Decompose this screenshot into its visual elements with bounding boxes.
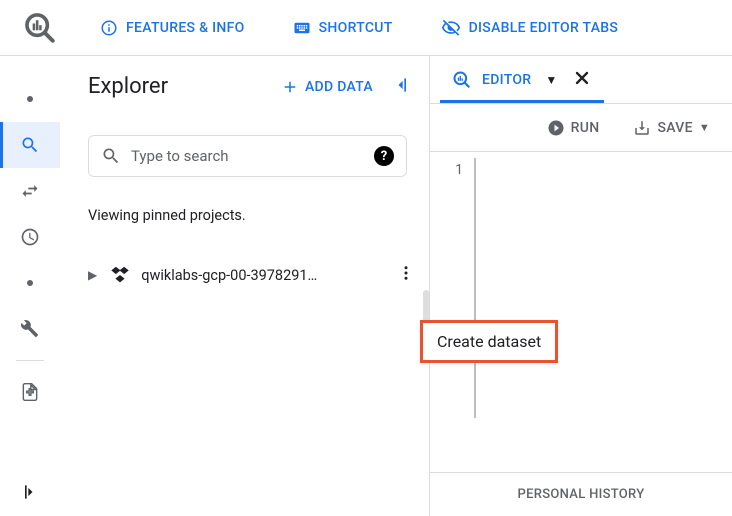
editor-cursor [474, 158, 476, 418]
editor-tab-label: EDITOR [482, 72, 531, 88]
main-area: Explorer ADD DATA ? Viewing pinned proje… [0, 56, 732, 516]
chevron-left-bar-icon [391, 75, 411, 95]
swap-horiz-icon [20, 181, 40, 201]
plus-icon [281, 78, 299, 96]
add-data-label: ADD DATA [305, 79, 373, 95]
dot-icon [27, 96, 33, 102]
editor-body[interactable]: 1 [430, 152, 732, 472]
dot-icon [27, 280, 33, 286]
product-logo [0, 11, 80, 45]
features-info-label: FEATURES & INFO [126, 20, 245, 36]
keyboard-icon [293, 19, 311, 37]
editor-tab-close-button[interactable] [572, 68, 592, 92]
project-name: qwiklabs-gcp-00-3978291… [141, 267, 397, 284]
disable-editor-tabs-label: DISABLE EDITOR TABS [469, 20, 619, 36]
disable-editor-tabs-button[interactable]: DISABLE EDITOR TABS [441, 18, 619, 38]
chevron-right-bar-icon [20, 482, 40, 502]
search-icon [20, 135, 40, 155]
nav-separator [16, 360, 44, 361]
editor-footer-tab[interactable]: PERSONAL HISTORY [430, 472, 732, 516]
personal-history-label: PERSONAL HISTORY [518, 487, 645, 502]
bigquery-logo-icon [23, 11, 57, 45]
visibility-off-icon [441, 18, 461, 38]
features-info-button[interactable]: FEATURES & INFO [100, 19, 245, 37]
chevron-down-icon: ▼ [699, 121, 710, 134]
nav-item-dot-1[interactable] [0, 76, 60, 122]
explorer-status-text: Viewing pinned projects. [88, 207, 425, 224]
nav-item-admin[interactable] [0, 306, 60, 352]
nav-item-sql-workspace[interactable] [0, 122, 60, 168]
help-icon[interactable]: ? [374, 146, 394, 166]
save-label: SAVE [657, 120, 692, 136]
explorer-collapse-button[interactable] [391, 75, 411, 99]
editor-panel: EDITOR ▼ RUN SAVE ▼ 1 [430, 56, 732, 516]
editor-tabs: EDITOR ▼ [430, 56, 732, 104]
nav-item-dot-2[interactable] [0, 260, 60, 306]
more-vert-icon [397, 264, 415, 282]
query-icon [452, 70, 472, 90]
line-number: 1 [455, 162, 463, 178]
nav-expand-button[interactable] [0, 482, 60, 502]
clock-icon [20, 227, 40, 247]
project-row[interactable]: ▶ qwiklabs-gcp-00-3978291… [88, 264, 425, 286]
top-bar: FEATURES & INFO SHORTCUT DISABLE EDITOR … [0, 0, 732, 56]
project-icon [109, 264, 131, 286]
play-circle-icon [547, 119, 565, 137]
shortcut-button[interactable]: SHORTCUT [293, 19, 393, 37]
nav-item-scheduled-queries[interactable] [0, 214, 60, 260]
save-button[interactable]: SAVE ▼ [633, 119, 710, 137]
expand-triangle-icon[interactable]: ▶ [88, 268, 97, 282]
search-icon [101, 146, 121, 166]
close-icon [572, 68, 592, 88]
info-icon [100, 19, 118, 37]
shortcut-label: SHORTCUT [319, 20, 393, 36]
editor-actions: RUN SAVE ▼ [430, 104, 732, 152]
left-nav [0, 56, 60, 516]
create-dataset-menu-item[interactable]: Create dataset [420, 320, 558, 363]
save-alt-icon [633, 119, 651, 137]
editor-tab-menu-button[interactable]: ▼ [545, 73, 557, 87]
nav-item-notes[interactable] [0, 369, 60, 415]
explorer-search[interactable]: ? [88, 135, 407, 177]
explorer-header: Explorer ADD DATA [88, 74, 425, 99]
create-dataset-label: Create dataset [437, 332, 541, 351]
top-actions: FEATURES & INFO SHORTCUT DISABLE EDITOR … [80, 18, 618, 38]
wrench-icon [20, 319, 40, 339]
note-add-icon [20, 382, 40, 402]
explorer-title: Explorer [88, 74, 168, 99]
add-data-button[interactable]: ADD DATA [281, 78, 373, 96]
project-actions-menu-button[interactable] [397, 264, 415, 286]
search-input[interactable] [129, 146, 374, 166]
explorer-panel: Explorer ADD DATA ? Viewing pinned proje… [60, 56, 430, 516]
editor-tab[interactable]: EDITOR ▼ [440, 59, 604, 103]
line-gutter: 1 [430, 152, 474, 472]
run-button[interactable]: RUN [547, 119, 600, 137]
run-label: RUN [571, 120, 600, 136]
nav-item-transfers[interactable] [0, 168, 60, 214]
